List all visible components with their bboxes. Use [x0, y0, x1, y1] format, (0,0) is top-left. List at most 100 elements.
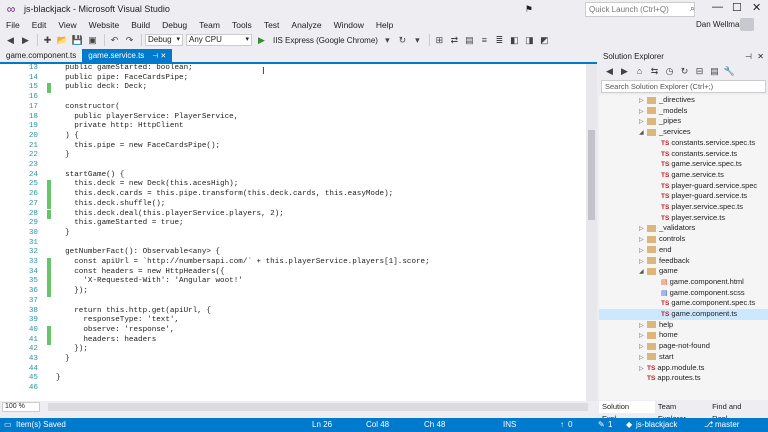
code-line[interactable]: 16: [0, 93, 586, 103]
refresh-icon[interactable]: ↻: [396, 34, 409, 46]
code-line[interactable]: 45}: [0, 374, 586, 384]
tree-node[interactable]: ▷ TS app.module.ts: [639, 363, 704, 374]
menu-build[interactable]: Build: [125, 20, 156, 30]
home-icon[interactable]: ⌂: [633, 65, 646, 77]
save-icon[interactable]: 💾: [71, 34, 84, 46]
attach-icon[interactable]: ⊞: [433, 34, 446, 46]
minimize-icon[interactable]: —: [712, 1, 723, 13]
code-line[interactable]: 31: [0, 239, 586, 249]
tree-node[interactable]: ▷ _validators: [639, 223, 695, 234]
platform-select[interactable]: Any CPU: [186, 34, 252, 46]
code-line[interactable]: 18 public playerService: PlayerService,: [0, 113, 586, 123]
tree-node[interactable]: ▷ _models: [639, 106, 687, 117]
tree-node[interactable]: TS app.routes.ts: [639, 373, 701, 384]
tree-node[interactable]: TS constants.service.ts: [653, 149, 737, 160]
repo-name[interactable]: js-blackjack: [636, 418, 677, 432]
code-line[interactable]: 32 getNumberFact(): Observable<any> {: [0, 248, 586, 258]
tree-node[interactable]: ▷ page-not-found: [639, 341, 710, 352]
tool-tab[interactable]: Find and Repl...: [709, 401, 768, 423]
code-line[interactable]: 35 'X-Requested-With': 'Angular woot!': [0, 277, 586, 288]
close-icon[interactable]: ✕: [752, 1, 761, 14]
refresh-icon[interactable]: ↻: [678, 65, 691, 77]
tree-node[interactable]: ▷ _pipes: [639, 116, 681, 127]
code-line[interactable]: 43 }: [0, 355, 586, 365]
editor-vertical-scrollbar[interactable]: [586, 64, 597, 401]
unpushed-count[interactable]: 0: [568, 418, 572, 432]
code-line[interactable]: 36 });: [0, 287, 586, 297]
new-project-icon[interactable]: ✚: [41, 34, 54, 46]
properties-icon[interactable]: 🔧: [723, 65, 736, 77]
tree-node[interactable]: ▤ game.component.scss: [653, 288, 745, 299]
feedback-flag-icon[interactable]: ⚑: [525, 4, 533, 15]
undo-icon[interactable]: ↶: [108, 34, 121, 46]
tree-node[interactable]: TS game.service.ts: [653, 170, 724, 181]
tool-tab[interactable]: Team Explorer: [655, 401, 709, 423]
history-icon[interactable]: ◷: [663, 65, 676, 77]
editor-horizontal-scrollbar[interactable]: [48, 403, 588, 411]
pending-changes-count[interactable]: 1: [608, 418, 612, 432]
collapse-all-icon[interactable]: ⊟: [693, 65, 706, 77]
tree-node[interactable]: TS player.service.spec.ts: [653, 202, 743, 213]
pin-icon[interactable]: ⊣: [745, 50, 752, 64]
branch-icon[interactable]: ⎇: [704, 418, 713, 432]
code-line[interactable]: 13 public gameStarted: boolean;: [0, 64, 586, 74]
quick-launch-input[interactable]: Quick Launch (Ctrl+Q): [585, 2, 695, 17]
tree-node[interactable]: ▷ home: [639, 330, 678, 341]
tree-node[interactable]: ▷ end: [639, 245, 672, 256]
menu-edit[interactable]: Edit: [26, 20, 53, 30]
menu-help[interactable]: Help: [370, 20, 399, 30]
dropdown-icon[interactable]: ▾: [411, 34, 424, 46]
code-line[interactable]: 15 public deck: Deck;: [0, 83, 586, 94]
zoom-select[interactable]: 100 %: [2, 402, 40, 412]
code-line[interactable]: 21 this.pipe = new FaceCardsPipe();: [0, 142, 586, 152]
uncomment-icon[interactable]: ≣: [493, 34, 506, 46]
tree-node[interactable]: ▷ controls: [639, 234, 685, 245]
code-line[interactable]: 41 headers: headers: [0, 335, 586, 346]
code-line[interactable]: 30 }: [0, 229, 586, 239]
editor-scroll-thumb[interactable]: [588, 130, 595, 220]
code-editor[interactable]: I 13 public gameStarted: boolean; 14 publ…: [0, 64, 586, 401]
code-line[interactable]: 34 const headers = new HttpHeaders({: [0, 267, 586, 278]
pencil-icon[interactable]: ✎: [598, 418, 605, 432]
menu-view[interactable]: View: [52, 20, 82, 30]
forward-icon[interactable]: ▶: [618, 65, 631, 77]
run-target-button[interactable]: IIS Express (Google Chrome): [273, 36, 378, 45]
expand-arrow-icon[interactable]: ◢: [639, 128, 647, 139]
tree-node[interactable]: TS player-guard.service.spec: [653, 181, 757, 192]
tree-node[interactable]: TS game.service.spec.ts: [653, 159, 742, 170]
bookmark-next-icon[interactable]: ◨: [523, 34, 536, 46]
tool-tab[interactable]: Solution Expl...: [599, 401, 655, 423]
tree-node[interactable]: TS constants.service.spec.ts: [653, 138, 755, 149]
tab-game-service-ts[interactable]: game.service.ts ⊣ ✕: [82, 49, 173, 62]
save-all-icon[interactable]: ▣: [86, 34, 99, 46]
tree-node[interactable]: TS game.component.ts: [599, 309, 768, 320]
menu-website[interactable]: Website: [83, 20, 126, 30]
arrow-up-icon[interactable]: ↑: [560, 418, 564, 432]
code-line[interactable]: 46: [0, 384, 586, 394]
code-line[interactable]: 37: [0, 297, 586, 307]
tree-node[interactable]: TS player-guard.service.ts: [653, 191, 747, 202]
tree-node[interactable]: ▷ help: [639, 320, 673, 331]
close-panel-icon[interactable]: ✕: [757, 50, 764, 64]
menu-team[interactable]: Team: [193, 20, 226, 30]
back-icon[interactable]: ◀: [603, 65, 616, 77]
tree-node[interactable]: TS player.service.ts: [653, 213, 725, 224]
expand-arrow-icon[interactable]: ◢: [639, 267, 647, 278]
menu-test[interactable]: Test: [258, 20, 286, 30]
browser-link-icon[interactable]: ⇄: [448, 34, 461, 46]
code-line[interactable]: 33 const apiUrl = `http://numbersapi.com…: [0, 258, 586, 268]
code-line[interactable]: 17 constructor(: [0, 103, 586, 113]
menu-window[interactable]: Window: [328, 20, 370, 30]
tree-node[interactable]: TS game.component.spec.ts: [653, 298, 755, 309]
menu-file[interactable]: File: [0, 20, 26, 30]
solution-search-input[interactable]: Search Solution Explorer (Ctrl+;): [601, 80, 766, 93]
tab-close-icon[interactable]: ⊣ ✕: [152, 53, 166, 60]
bookmark-prev-icon[interactable]: ◧: [508, 34, 521, 46]
forward-icon[interactable]: ▶: [19, 34, 32, 46]
tree-node[interactable]: ◢ _services: [639, 127, 691, 138]
run-icon[interactable]: ▶: [255, 34, 268, 46]
code-line[interactable]: 19 private http: HttpClient: [0, 122, 586, 132]
menu-tools[interactable]: Tools: [226, 20, 258, 30]
tree-node[interactable]: ▷ _directives: [639, 95, 695, 106]
avatar[interactable]: [740, 18, 754, 31]
